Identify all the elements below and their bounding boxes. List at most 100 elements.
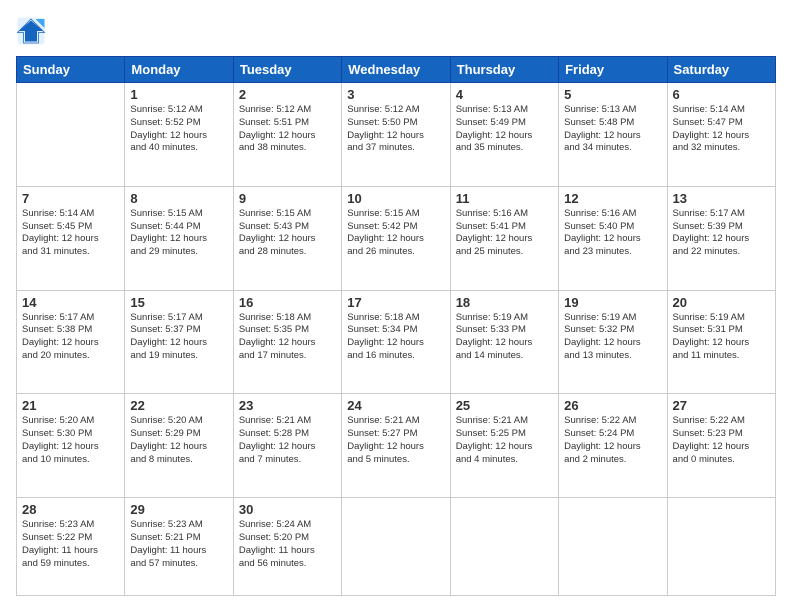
day-number: 4	[456, 87, 553, 102]
calendar-cell: 22 Sunrise: 5:20 AM Sunset: 5:29 PM Dayli…	[125, 394, 233, 498]
calendar-table: SundayMondayTuesdayWednesdayThursdayFrid…	[16, 56, 776, 596]
calendar-cell: 24 Sunrise: 5:21 AM Sunset: 5:27 PM Dayli…	[342, 394, 450, 498]
day-info: Sunrise: 5:19 AM Sunset: 5:31 PM Dayligh…	[673, 312, 770, 363]
day-info: Sunrise: 5:16 AM Sunset: 5:40 PM Dayligh…	[564, 208, 661, 259]
calendar-cell	[17, 83, 125, 187]
day-number: 8	[130, 191, 227, 206]
week-row-3: 14Sunrise: 5:17 AM Sunset: 5:38 PM Dayli…	[17, 290, 776, 394]
day-info: Sunrise: 5:13 AM Sunset: 5:48 PM Dayligh…	[564, 104, 661, 155]
day-info: Sunrise: 5:16 AM Sunset: 5:41 PM Dayligh…	[456, 208, 553, 259]
day-info: Sunrise: 5:15 AM Sunset: 5:42 PM Dayligh…	[347, 208, 444, 259]
day-info: Sunrise: 5:23 AM Sunset: 5:22 PM Dayligh…	[22, 519, 119, 570]
weekday-header-saturday: Saturday	[667, 57, 775, 83]
calendar-cell: 4 Sunrise: 5:13 AM Sunset: 5:49 PM Daylig…	[450, 83, 558, 187]
main-container: SundayMondayTuesdayWednesdayThursdayFrid…	[0, 0, 792, 612]
day-number: 25	[456, 398, 553, 413]
day-info: Sunrise: 5:13 AM Sunset: 5:49 PM Dayligh…	[456, 104, 553, 155]
day-info: Sunrise: 5:21 AM Sunset: 5:27 PM Dayligh…	[347, 415, 444, 466]
weekday-header-thursday: Thursday	[450, 57, 558, 83]
day-number: 10	[347, 191, 444, 206]
calendar-cell: 26Sunrise: 5:22 AM Sunset: 5:24 PM Dayli…	[559, 394, 667, 498]
day-info: Sunrise: 5:12 AM Sunset: 5:51 PM Dayligh…	[239, 104, 336, 155]
calendar-cell: 29 Sunrise: 5:23 AM Sunset: 5:21 PM Dayli…	[125, 498, 233, 596]
calendar-cell: 10 Sunrise: 5:15 AM Sunset: 5:42 PM Dayli…	[342, 186, 450, 290]
calendar-cell: 3 Sunrise: 5:12 AM Sunset: 5:50 PM Daylig…	[342, 83, 450, 187]
day-number: 18	[456, 295, 553, 310]
calendar-cell	[667, 498, 775, 596]
weekday-header-tuesday: Tuesday	[233, 57, 341, 83]
day-info: Sunrise: 5:22 AM Sunset: 5:24 PM Dayligh…	[564, 415, 661, 466]
calendar-cell: 13Sunrise: 5:17 AM Sunset: 5:39 PM Dayli…	[667, 186, 775, 290]
day-number: 2	[239, 87, 336, 102]
calendar-cell: 6 Sunrise: 5:14 AM Sunset: 5:47 PM Daylig…	[667, 83, 775, 187]
weekday-header-sunday: Sunday	[17, 57, 125, 83]
calendar-cell: 25Sunrise: 5:21 AM Sunset: 5:25 PM Dayli…	[450, 394, 558, 498]
logo-icon	[16, 16, 46, 46]
calendar-cell: 17Sunrise: 5:18 AM Sunset: 5:34 PM Dayli…	[342, 290, 450, 394]
day-number: 27	[673, 398, 770, 413]
day-number: 19	[564, 295, 661, 310]
day-number: 5	[564, 87, 661, 102]
weekday-header-wednesday: Wednesday	[342, 57, 450, 83]
day-number: 21	[22, 398, 119, 413]
day-info: Sunrise: 5:19 AM Sunset: 5:33 PM Dayligh…	[456, 312, 553, 363]
calendar-cell	[342, 498, 450, 596]
header	[16, 16, 776, 46]
day-number: 29	[130, 502, 227, 517]
day-info: Sunrise: 5:15 AM Sunset: 5:43 PM Dayligh…	[239, 208, 336, 259]
calendar-cell: 14Sunrise: 5:17 AM Sunset: 5:38 PM Dayli…	[17, 290, 125, 394]
day-number: 3	[347, 87, 444, 102]
logo	[16, 16, 50, 46]
day-number: 22	[130, 398, 227, 413]
calendar-cell: 2 Sunrise: 5:12 AM Sunset: 5:51 PM Daylig…	[233, 83, 341, 187]
day-number: 16	[239, 295, 336, 310]
day-info: Sunrise: 5:20 AM Sunset: 5:29 PM Dayligh…	[130, 415, 227, 466]
day-info: Sunrise: 5:14 AM Sunset: 5:45 PM Dayligh…	[22, 208, 119, 259]
calendar-cell: 7 Sunrise: 5:14 AM Sunset: 5:45 PM Daylig…	[17, 186, 125, 290]
calendar-cell: 12Sunrise: 5:16 AM Sunset: 5:40 PM Dayli…	[559, 186, 667, 290]
week-row-2: 7 Sunrise: 5:14 AM Sunset: 5:45 PM Daylig…	[17, 186, 776, 290]
calendar-cell: 11Sunrise: 5:16 AM Sunset: 5:41 PM Dayli…	[450, 186, 558, 290]
day-info: Sunrise: 5:24 AM Sunset: 5:20 PM Dayligh…	[239, 519, 336, 570]
day-info: Sunrise: 5:21 AM Sunset: 5:28 PM Dayligh…	[239, 415, 336, 466]
calendar-cell: 15Sunrise: 5:17 AM Sunset: 5:37 PM Dayli…	[125, 290, 233, 394]
day-info: Sunrise: 5:12 AM Sunset: 5:50 PM Dayligh…	[347, 104, 444, 155]
calendar-cell: 1 Sunrise: 5:12 AM Sunset: 5:52 PM Daylig…	[125, 83, 233, 187]
day-number: 13	[673, 191, 770, 206]
day-number: 20	[673, 295, 770, 310]
day-number: 30	[239, 502, 336, 517]
day-number: 1	[130, 87, 227, 102]
day-info: Sunrise: 5:12 AM Sunset: 5:52 PM Dayligh…	[130, 104, 227, 155]
calendar-cell: 28Sunrise: 5:23 AM Sunset: 5:22 PM Dayli…	[17, 498, 125, 596]
weekday-header-monday: Monday	[125, 57, 233, 83]
day-number: 9	[239, 191, 336, 206]
day-number: 15	[130, 295, 227, 310]
day-info: Sunrise: 5:19 AM Sunset: 5:32 PM Dayligh…	[564, 312, 661, 363]
day-info: Sunrise: 5:20 AM Sunset: 5:30 PM Dayligh…	[22, 415, 119, 466]
calendar-cell	[559, 498, 667, 596]
weekday-header-row: SundayMondayTuesdayWednesdayThursdayFrid…	[17, 57, 776, 83]
day-number: 24	[347, 398, 444, 413]
day-number: 23	[239, 398, 336, 413]
day-number: 6	[673, 87, 770, 102]
day-info: Sunrise: 5:22 AM Sunset: 5:23 PM Dayligh…	[673, 415, 770, 466]
day-number: 17	[347, 295, 444, 310]
calendar-cell: 30 Sunrise: 5:24 AM Sunset: 5:20 PM Dayli…	[233, 498, 341, 596]
calendar-cell: 21 Sunrise: 5:20 AM Sunset: 5:30 PM Dayli…	[17, 394, 125, 498]
weekday-header-friday: Friday	[559, 57, 667, 83]
day-info: Sunrise: 5:23 AM Sunset: 5:21 PM Dayligh…	[130, 519, 227, 570]
week-row-5: 28Sunrise: 5:23 AM Sunset: 5:22 PM Dayli…	[17, 498, 776, 596]
calendar-cell	[450, 498, 558, 596]
day-info: Sunrise: 5:17 AM Sunset: 5:38 PM Dayligh…	[22, 312, 119, 363]
calendar-cell: 27 Sunrise: 5:22 AM Sunset: 5:23 PM Dayli…	[667, 394, 775, 498]
calendar-cell: 19 Sunrise: 5:19 AM Sunset: 5:32 PM Dayli…	[559, 290, 667, 394]
day-info: Sunrise: 5:15 AM Sunset: 5:44 PM Dayligh…	[130, 208, 227, 259]
calendar-cell: 8 Sunrise: 5:15 AM Sunset: 5:44 PM Daylig…	[125, 186, 233, 290]
week-row-4: 21 Sunrise: 5:20 AM Sunset: 5:30 PM Dayli…	[17, 394, 776, 498]
calendar-cell: 9 Sunrise: 5:15 AM Sunset: 5:43 PM Daylig…	[233, 186, 341, 290]
day-number: 7	[22, 191, 119, 206]
calendar-cell: 18 Sunrise: 5:19 AM Sunset: 5:33 PM Dayli…	[450, 290, 558, 394]
week-row-1: 1 Sunrise: 5:12 AM Sunset: 5:52 PM Daylig…	[17, 83, 776, 187]
calendar-cell: 20 Sunrise: 5:19 AM Sunset: 5:31 PM Dayli…	[667, 290, 775, 394]
day-info: Sunrise: 5:14 AM Sunset: 5:47 PM Dayligh…	[673, 104, 770, 155]
